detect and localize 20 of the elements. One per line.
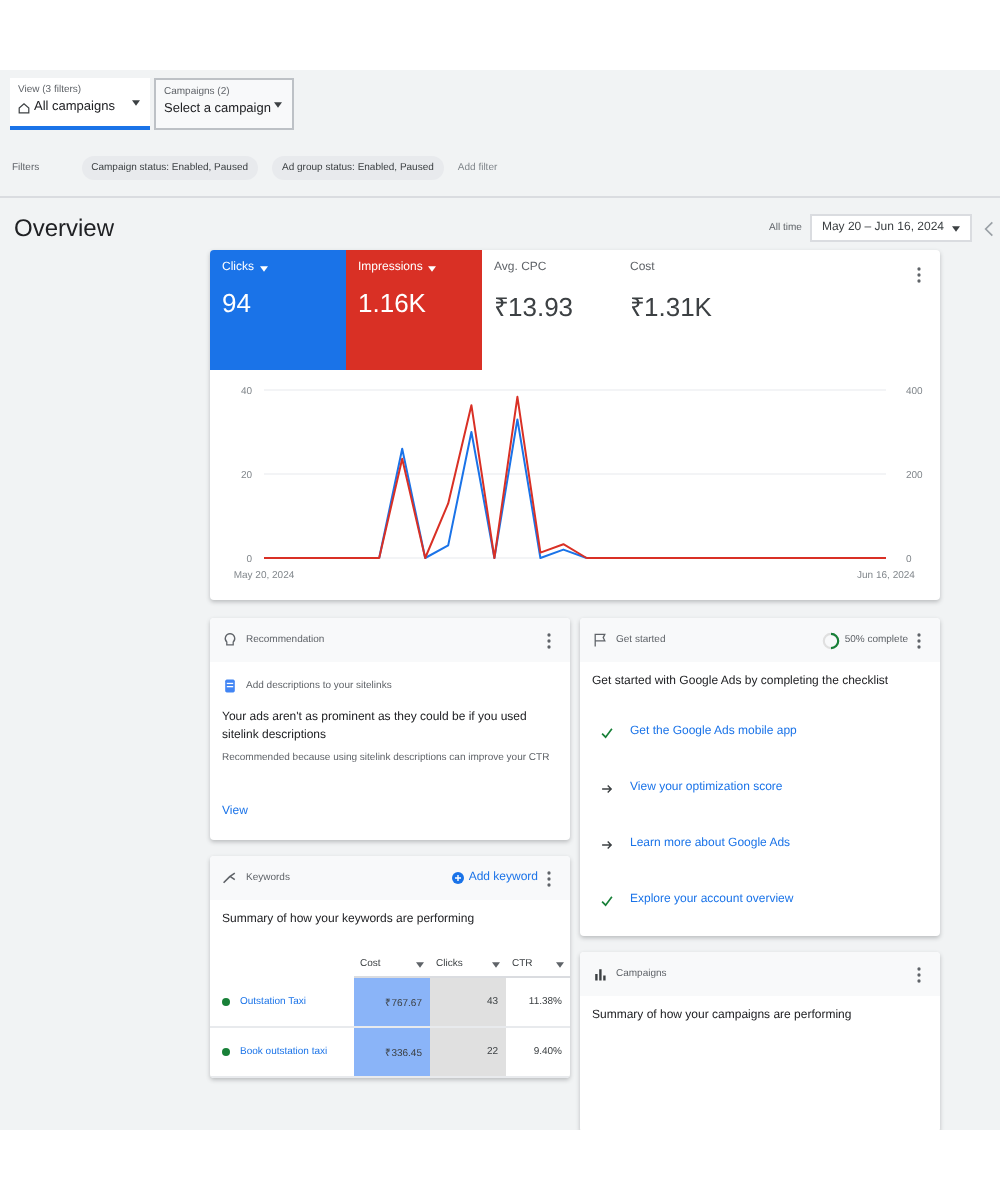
caret-icon	[428, 265, 437, 271]
overview-title: Overview	[14, 214, 115, 242]
lightbulb-icon	[222, 632, 238, 648]
document-icon	[222, 678, 238, 694]
plus-icon	[452, 872, 465, 884]
more-icon[interactable]	[916, 266, 922, 284]
caret-icon	[132, 100, 140, 106]
caret-icon	[952, 225, 960, 231]
caret-icon	[556, 961, 564, 967]
more-icon[interactable]	[546, 869, 552, 887]
more-icon[interactable]	[916, 965, 922, 983]
more-icon[interactable]	[916, 631, 922, 649]
caret-icon	[416, 961, 424, 967]
home-icon	[18, 101, 30, 113]
caret-icon	[492, 961, 500, 967]
caret-icon	[274, 102, 282, 108]
more-icon[interactable]	[546, 631, 552, 649]
caret-icon	[260, 265, 268, 271]
flag-icon	[592, 632, 608, 648]
bar-chart-icon	[592, 966, 608, 982]
